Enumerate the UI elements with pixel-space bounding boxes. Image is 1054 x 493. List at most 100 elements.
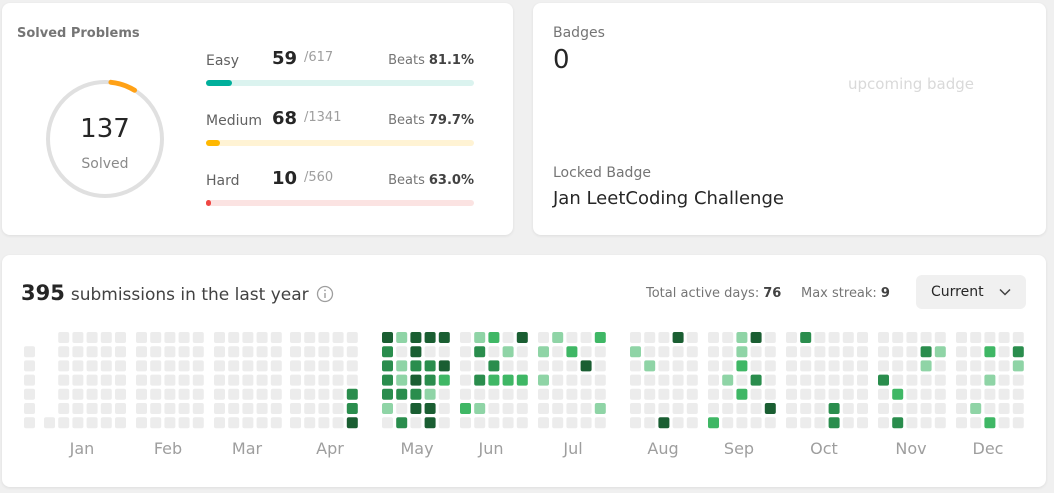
heatmap-day[interactable] bbox=[998, 332, 1010, 343]
heatmap-day[interactable] bbox=[1012, 346, 1024, 358]
heatmap-day[interactable] bbox=[984, 360, 996, 372]
heatmap-day[interactable] bbox=[1012, 374, 1024, 386]
heatmap-day[interactable] bbox=[410, 388, 422, 400]
heatmap-day[interactable] bbox=[644, 332, 656, 343]
heatmap-day[interactable] bbox=[228, 360, 240, 372]
heatmap-day[interactable] bbox=[814, 417, 826, 429]
heatmap-day[interactable] bbox=[424, 388, 436, 400]
heatmap-day[interactable] bbox=[934, 403, 946, 414]
heatmap-day[interactable] bbox=[214, 332, 225, 343]
heatmap-day[interactable] bbox=[672, 346, 684, 358]
heatmap-day[interactable] bbox=[290, 388, 301, 400]
heatmap-day[interactable] bbox=[644, 374, 656, 386]
heatmap-day[interactable] bbox=[460, 417, 471, 429]
heatmap-day[interactable] bbox=[552, 346, 564, 358]
heatmap-day[interactable] bbox=[214, 360, 225, 372]
heatmap-day[interactable] bbox=[630, 346, 641, 358]
heatmap-day[interactable] bbox=[800, 403, 812, 414]
heatmap-day[interactable] bbox=[906, 388, 918, 400]
heatmap-day[interactable] bbox=[164, 388, 176, 400]
heatmap-day[interactable] bbox=[502, 346, 514, 358]
heatmap-day[interactable] bbox=[438, 388, 450, 400]
heatmap-day[interactable] bbox=[396, 346, 408, 358]
heatmap-day[interactable] bbox=[920, 360, 932, 372]
heatmap-day[interactable] bbox=[474, 388, 486, 400]
heatmap-day[interactable] bbox=[594, 332, 606, 343]
heatmap-day[interactable] bbox=[800, 346, 812, 358]
heatmap-day[interactable] bbox=[150, 346, 162, 358]
heatmap-day[interactable] bbox=[410, 346, 422, 358]
heatmap-day[interactable] bbox=[228, 417, 240, 429]
heatmap-day[interactable] bbox=[290, 346, 301, 358]
heatmap-day[interactable] bbox=[270, 403, 282, 414]
heatmap-day[interactable] bbox=[906, 360, 918, 372]
heatmap-day[interactable] bbox=[474, 417, 486, 429]
heatmap-day[interactable] bbox=[857, 346, 868, 358]
heatmap-day[interactable] bbox=[580, 417, 592, 429]
heatmap-day[interactable] bbox=[786, 332, 797, 343]
heatmap-day[interactable] bbox=[984, 417, 996, 429]
heatmap-day[interactable] bbox=[304, 374, 316, 386]
heatmap-day[interactable] bbox=[382, 417, 393, 429]
heatmap-day[interactable] bbox=[672, 388, 684, 400]
heatmap-day[interactable] bbox=[164, 403, 176, 414]
heatmap-day[interactable] bbox=[270, 374, 282, 386]
heatmap-day[interactable] bbox=[304, 403, 316, 414]
heatmap-day[interactable] bbox=[892, 403, 904, 414]
heatmap-day[interactable] bbox=[178, 403, 190, 414]
heatmap-day[interactable] bbox=[1012, 403, 1024, 414]
heatmap-day[interactable] bbox=[722, 417, 734, 429]
heatmap-day[interactable] bbox=[658, 417, 670, 429]
heatmap-day[interactable] bbox=[552, 417, 564, 429]
heatmap-day[interactable] bbox=[242, 360, 254, 372]
heatmap-day[interactable] bbox=[290, 360, 301, 372]
heatmap-day[interactable] bbox=[857, 388, 868, 400]
heatmap-day[interactable] bbox=[594, 374, 606, 386]
heatmap-day[interactable] bbox=[332, 360, 344, 372]
heatmap-day[interactable] bbox=[708, 417, 719, 429]
heatmap-day[interactable] bbox=[934, 346, 946, 358]
heatmap-day[interactable] bbox=[290, 417, 301, 429]
heatmap-day[interactable] bbox=[956, 332, 967, 343]
heatmap-day[interactable] bbox=[920, 403, 932, 414]
heatmap-day[interactable] bbox=[764, 332, 776, 343]
heatmap-day[interactable] bbox=[538, 388, 549, 400]
heatmap-day[interactable] bbox=[594, 388, 606, 400]
heatmap-day[interactable] bbox=[736, 346, 748, 358]
heatmap-day[interactable] bbox=[750, 332, 762, 343]
heatmap-day[interactable] bbox=[814, 332, 826, 343]
heatmap-day[interactable] bbox=[72, 388, 84, 400]
heatmap-day[interactable] bbox=[332, 346, 344, 358]
heatmap-day[interactable] bbox=[644, 403, 656, 414]
heatmap-day[interactable] bbox=[814, 388, 826, 400]
heatmap-day[interactable] bbox=[920, 374, 932, 386]
heatmap-day[interactable] bbox=[814, 374, 826, 386]
heatmap-day[interactable] bbox=[920, 346, 932, 358]
heatmap-day[interactable] bbox=[100, 388, 112, 400]
heatmap-day[interactable] bbox=[150, 332, 162, 343]
heatmap-day[interactable] bbox=[566, 332, 578, 343]
heatmap-day[interactable] bbox=[538, 417, 549, 429]
heatmap-day[interactable] bbox=[566, 403, 578, 414]
heatmap-day[interactable] bbox=[764, 360, 776, 372]
heatmap-day[interactable] bbox=[290, 332, 301, 343]
heatmap-day[interactable] bbox=[474, 374, 486, 386]
heatmap-day[interactable] bbox=[488, 388, 500, 400]
heatmap-day[interactable] bbox=[438, 374, 450, 386]
heatmap-day[interactable] bbox=[242, 403, 254, 414]
heatmap-day[interactable] bbox=[892, 388, 904, 400]
heatmap-day[interactable] bbox=[228, 403, 240, 414]
heatmap-day[interactable] bbox=[150, 374, 162, 386]
heatmap-day[interactable] bbox=[58, 374, 70, 386]
heatmap-day[interactable] bbox=[488, 346, 500, 358]
heatmap-day[interactable] bbox=[192, 346, 204, 358]
heatmap-day[interactable] bbox=[998, 374, 1010, 386]
heatmap-day[interactable] bbox=[424, 417, 436, 429]
heatmap-day[interactable] bbox=[956, 388, 967, 400]
heatmap-day[interactable] bbox=[630, 360, 641, 372]
heatmap-day[interactable] bbox=[488, 374, 500, 386]
heatmap-day[interactable] bbox=[100, 374, 112, 386]
heatmap-day[interactable] bbox=[58, 388, 70, 400]
heatmap-day[interactable] bbox=[488, 403, 500, 414]
heatmap-day[interactable] bbox=[150, 360, 162, 372]
